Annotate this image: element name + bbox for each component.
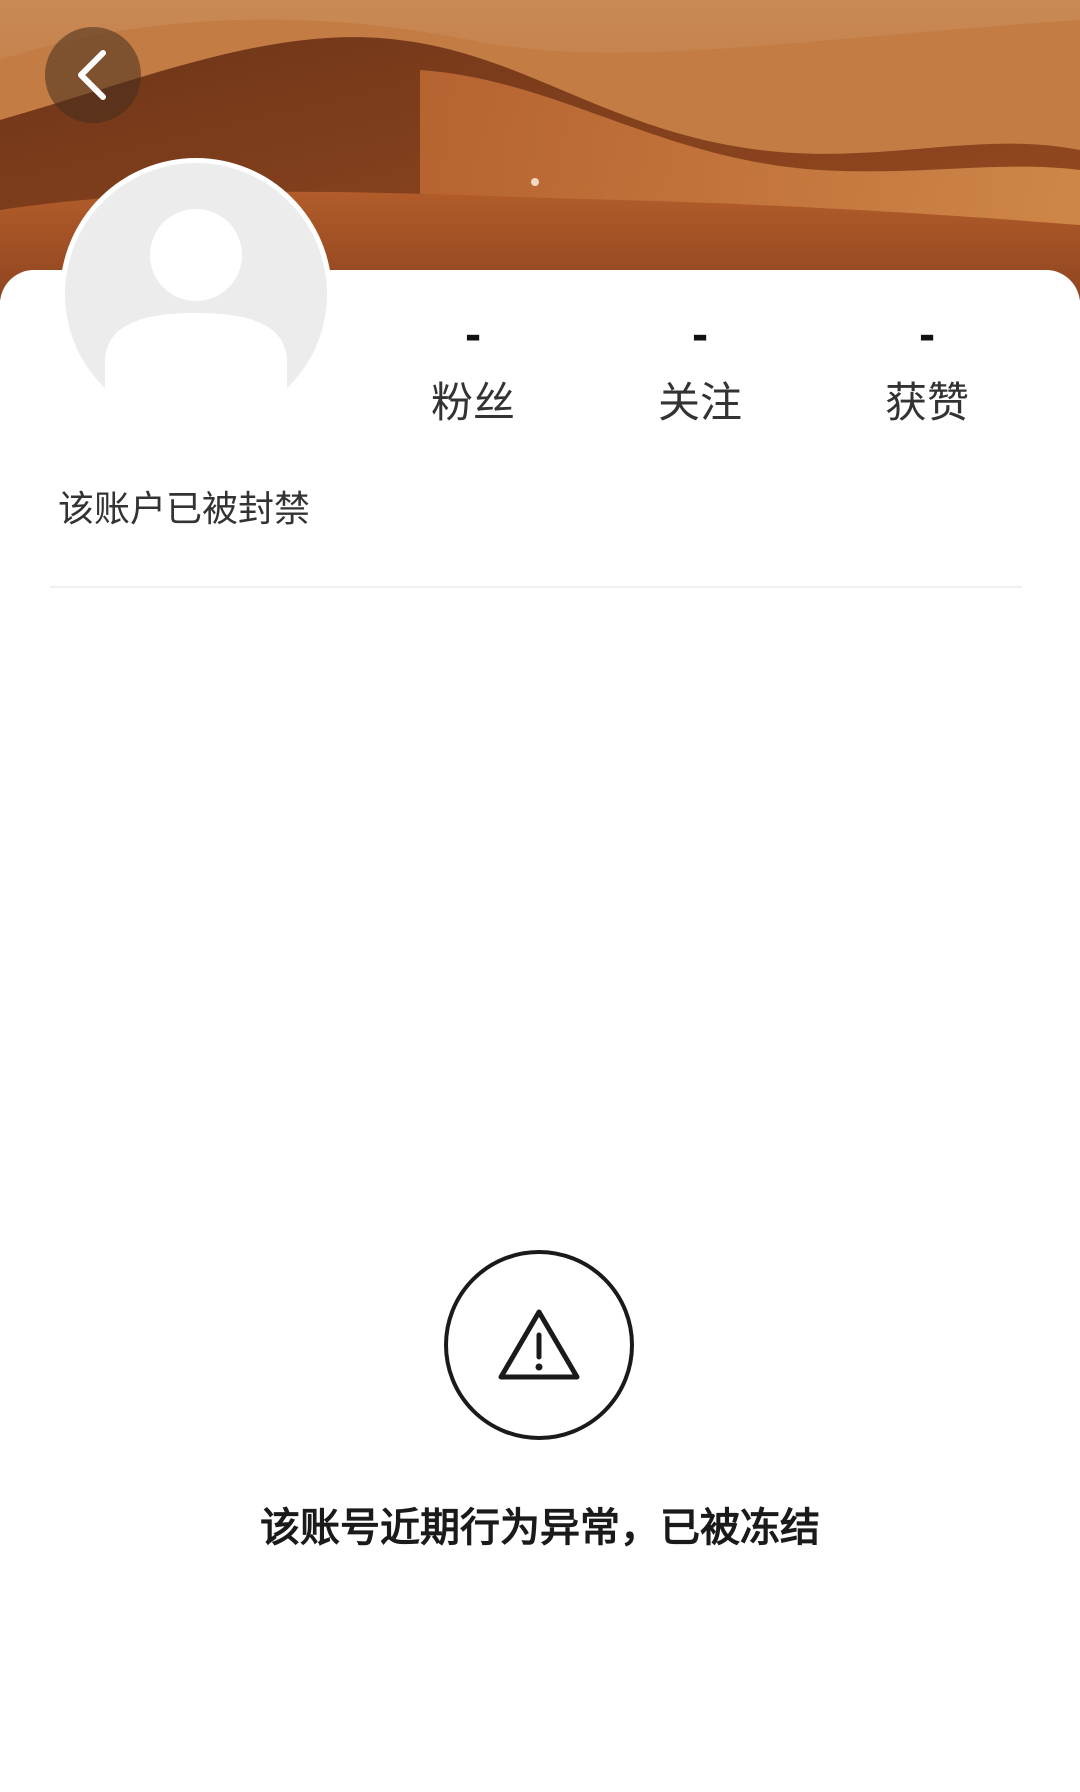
chevron-left-icon: [78, 50, 106, 100]
profile-stats: - 粉丝 - 关注 - 获赞: [360, 316, 1080, 436]
stat-label: 粉丝: [430, 378, 515, 427]
stat-value: -: [918, 313, 936, 359]
stat-label: 关注: [657, 378, 742, 427]
frozen-notice: 该账号近期行为异常，已被冻结: [260, 1505, 820, 1551]
stat-value: -: [691, 313, 709, 359]
stat-likes[interactable]: - 获赞: [837, 316, 1017, 428]
stat-label: 获赞: [884, 378, 969, 427]
stat-following[interactable]: - 关注: [610, 316, 790, 428]
account-status-text: 该账户已被封禁: [58, 489, 311, 530]
default-avatar-placeholder: [65, 163, 327, 425]
stat-followers[interactable]: - 粉丝: [383, 316, 563, 428]
warning-icon-circle: [444, 1250, 634, 1440]
avatar[interactable]: [60, 158, 332, 430]
back-button[interactable]: [45, 27, 141, 123]
warning-icon: [498, 1309, 580, 1380]
user-silhouette-icon: [105, 209, 287, 425]
divider: [50, 586, 1022, 588]
stat-value: -: [464, 313, 482, 359]
